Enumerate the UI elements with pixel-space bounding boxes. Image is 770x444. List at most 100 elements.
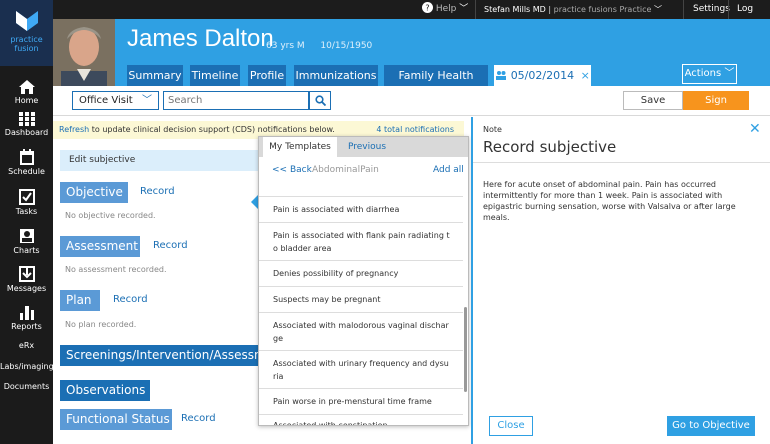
nav-tasks[interactable]: Tasks bbox=[0, 189, 53, 216]
encounter-date: 05/02/2014 bbox=[510, 69, 575, 82]
nav-documents[interactable]: Documents bbox=[0, 382, 53, 391]
top-bar: ? Help ﹀ Stefan Mills MD | practice fusi… bbox=[53, 0, 770, 33]
objective-header: Objective bbox=[60, 182, 128, 203]
nav-messages-label: Messages bbox=[6, 284, 47, 293]
patient-portrait-image bbox=[53, 19, 115, 86]
patient-dob: 10/15/1950 bbox=[320, 41, 373, 51]
app-root: practice fusion Home Dashboard Schedule … bbox=[0, 0, 770, 444]
separator-bar: | bbox=[548, 5, 552, 14]
template-item[interactable]: Denies possibility of pregnancy bbox=[259, 260, 463, 286]
nav-schedule[interactable]: Schedule bbox=[0, 149, 53, 176]
nav-erx[interactable]: eRx bbox=[0, 341, 53, 350]
inbox-icon bbox=[18, 266, 35, 282]
template-item[interactable]: Associated with urinary frequency and dy… bbox=[259, 350, 463, 388]
help-menu[interactable]: ? Help ﹀ bbox=[422, 0, 468, 19]
assessment-empty-text: No assessment recorded. bbox=[65, 265, 167, 274]
patient-name: James Dalton bbox=[127, 25, 274, 52]
patient-photo bbox=[53, 19, 115, 86]
brand-logo[interactable]: practice fusion bbox=[0, 0, 53, 66]
topbar-divider bbox=[683, 0, 684, 19]
patient-demographics: 63 yrs M 10/15/1950 bbox=[266, 41, 372, 51]
user-name: Stefan Mills MD bbox=[484, 5, 546, 14]
functional-status-record-link[interactable]: Record bbox=[181, 413, 216, 424]
chevron-down-icon: ﹀ bbox=[653, 5, 662, 14]
templates-tabs: My Templates Previous bbox=[259, 137, 468, 157]
template-item[interactable]: Associated with constipation bbox=[259, 414, 463, 425]
tab-my-templates[interactable]: My Templates bbox=[263, 137, 337, 157]
patient-age-sex: 63 yrs M bbox=[266, 41, 305, 51]
nav-messages[interactable]: Messages bbox=[0, 266, 53, 293]
close-icon[interactable]: × bbox=[581, 69, 590, 82]
chart-person-icon bbox=[19, 229, 34, 243]
nav-labs-imaging[interactable]: Labs/imaging bbox=[0, 362, 54, 371]
objective-record-link[interactable]: Record bbox=[140, 186, 175, 197]
settings-link[interactable]: Settings bbox=[693, 0, 730, 19]
template-item-line: ge bbox=[273, 334, 283, 343]
nav-documents-label: Documents bbox=[3, 382, 50, 391]
assessment-header: Assessment bbox=[60, 236, 140, 257]
visit-type-select[interactable]: Office Visit ﹀ bbox=[72, 91, 159, 110]
tab-encounter[interactable]: 05/02/2014 × bbox=[494, 65, 591, 86]
nav-reports[interactable]: Reports bbox=[0, 304, 53, 331]
assessment-record-link[interactable]: Record bbox=[153, 240, 188, 251]
sign-button[interactable]: Sign bbox=[683, 91, 749, 110]
logout-link[interactable]: Log out bbox=[737, 0, 770, 33]
nav-charts[interactable]: Charts bbox=[0, 228, 53, 255]
logo-text: practice fusion bbox=[0, 35, 53, 53]
popover-pointer bbox=[251, 195, 258, 209]
templates-back-link[interactable]: << Back bbox=[272, 165, 312, 175]
template-item-line: o bladder area bbox=[273, 244, 332, 253]
encounter-toolbar: Office Visit ﹀ Save Sign bbox=[53, 86, 770, 116]
templates-popover: My Templates Previous << Back AbdominalP… bbox=[258, 136, 469, 426]
cds-refresh-link[interactable]: Refresh bbox=[59, 125, 89, 134]
tab-previous[interactable]: Previous bbox=[341, 137, 393, 157]
chevron-down-icon: ﹀ bbox=[724, 68, 735, 79]
left-sidebar: practice fusion Home Dashboard Schedule … bbox=[0, 0, 54, 444]
template-item-line: Associated with malodorous vaginal disch… bbox=[273, 321, 449, 330]
dashboard-icon bbox=[18, 112, 35, 126]
calendar-icon bbox=[19, 149, 34, 165]
go-to-objective-button[interactable]: Go to Objective bbox=[667, 416, 755, 436]
nav-erx-label: eRx bbox=[18, 341, 35, 350]
nav-dashboard-label: Dashboard bbox=[4, 128, 49, 137]
search-button[interactable] bbox=[309, 91, 331, 110]
tab-profile[interactable]: Profile bbox=[248, 65, 286, 86]
template-item[interactable]: Associated with malodorous vaginal disch… bbox=[259, 312, 463, 350]
templates-category: AbdominalPain bbox=[312, 165, 379, 175]
topbar-divider bbox=[475, 0, 476, 19]
actions-label: Actions bbox=[684, 68, 722, 79]
edit-subjective-row[interactable]: Edit subjective bbox=[60, 150, 280, 171]
search-input[interactable] bbox=[163, 91, 309, 110]
template-item[interactable]: Pain is associated with flank pain radia… bbox=[259, 222, 463, 260]
help-icon: ? bbox=[422, 2, 433, 13]
cds-message: to update clinical decision support (CDS… bbox=[91, 125, 335, 134]
tab-immunizations[interactable]: Immunizations bbox=[294, 65, 378, 86]
templates-add-all-link[interactable]: Add all bbox=[433, 165, 464, 175]
visit-type-value: Office Visit bbox=[79, 95, 133, 106]
tab-summary[interactable]: Summary bbox=[127, 65, 183, 86]
topbar-divider bbox=[728, 0, 729, 19]
user-practice-menu[interactable]: Stefan Mills MD | practice fusions Pract… bbox=[484, 0, 662, 19]
objective-empty-text: No objective recorded. bbox=[65, 211, 156, 220]
save-button[interactable]: Save bbox=[623, 91, 683, 110]
nav-home[interactable]: Home bbox=[0, 80, 53, 105]
template-item[interactable]: Suspects may be pregnant bbox=[259, 286, 463, 312]
close-button[interactable]: Close bbox=[489, 416, 533, 436]
nav-labs-imaging-label: Labs/imaging bbox=[0, 362, 54, 371]
close-icon[interactable]: ✕ bbox=[749, 121, 761, 137]
patient-header: James Dalton 63 yrs M 10/15/1950 Summary… bbox=[53, 19, 770, 103]
actions-dropdown[interactable]: Actions ﹀ bbox=[682, 64, 737, 84]
nav-home-label: Home bbox=[14, 96, 39, 105]
plan-record-link[interactable]: Record bbox=[113, 294, 148, 305]
tab-family-health-history[interactable]: Family Health History bbox=[384, 65, 488, 103]
checkbox-icon bbox=[18, 189, 35, 205]
template-item[interactable]: Pain is associated with diarrhea bbox=[259, 196, 463, 222]
observations-header: Observations bbox=[60, 380, 150, 401]
logo-line-1: practice bbox=[10, 35, 43, 44]
tab-timeline[interactable]: Timeline bbox=[190, 65, 240, 86]
help-label: Help bbox=[435, 4, 457, 14]
nav-dashboard[interactable]: Dashboard bbox=[0, 112, 53, 137]
template-item[interactable]: Pain worse in pre-menstural time frame bbox=[259, 388, 463, 414]
note-body-text[interactable]: Here for acute onset of abdominal pain. … bbox=[483, 179, 745, 223]
templates-scrollbar[interactable] bbox=[464, 307, 467, 392]
